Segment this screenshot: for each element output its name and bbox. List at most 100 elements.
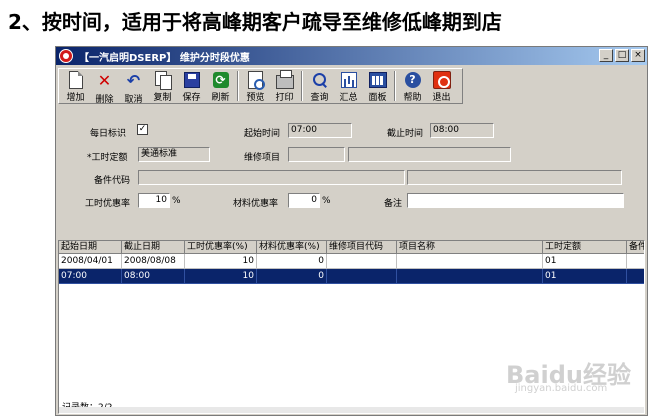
copy-button[interactable]: 复制: [148, 69, 177, 103]
column-header[interactable]: 起始日期: [59, 241, 122, 254]
parts-name-field[interactable]: [407, 170, 622, 185]
summary-button-label: 汇总: [339, 93, 358, 103]
start-time-label: 起始时间: [244, 129, 281, 139]
column-header[interactable]: 维修项目代码: [327, 241, 397, 254]
repair-item-code-field[interactable]: [288, 147, 345, 162]
table-cell: 2008/04/01: [59, 254, 122, 269]
print-icon: [275, 69, 294, 89]
table-cell: [327, 269, 397, 284]
exit-button-label: 退出: [432, 93, 451, 103]
material-discount-field[interactable]: 0: [288, 193, 320, 208]
toolbar: 增加 ✕ 删除 ↶ 取消 复制 保存 ⟳ 刷新 预览 打印 查询 汇总 面板 ?…: [58, 68, 463, 105]
labor-quota-field[interactable]: 美通标准: [138, 147, 210, 162]
edit-form: 每日标识 ✓ 起始时间 07:00 截止时间 08:00 *工时定额 美通标准 …: [58, 107, 645, 237]
remark-field[interactable]: [407, 193, 624, 208]
minimize-button[interactable]: _: [599, 49, 613, 62]
save-button[interactable]: 保存: [177, 69, 206, 103]
query-button-label: 查询: [310, 93, 329, 103]
table-cell: 08:00: [122, 269, 185, 284]
help-icon: ?: [404, 72, 421, 88]
column-header[interactable]: 截止日期: [122, 241, 185, 254]
copy-icon: [154, 71, 172, 90]
column-header[interactable]: 项目名称: [397, 241, 543, 254]
labor-discount-unit: %: [172, 196, 181, 206]
column-header[interactable]: 工时优惠率(%): [185, 241, 257, 254]
remark-label: 备注: [384, 199, 403, 209]
summary-button[interactable]: 汇总: [334, 69, 363, 103]
table-cell: [627, 269, 644, 284]
daily-flag-checkbox[interactable]: ✓: [137, 124, 148, 135]
title-bar[interactable]: 【一汽启明DSERP】 维护分时段优惠 _ □ ×: [56, 47, 647, 65]
repair-item-name-field[interactable]: [348, 147, 511, 162]
column-header[interactable]: 备件: [627, 241, 644, 254]
save-icon: [183, 72, 200, 88]
parts-code-field[interactable]: [138, 170, 405, 185]
preview-button-label: 预览: [246, 93, 265, 103]
end-time-field[interactable]: 08:00: [430, 123, 494, 138]
table-cell: [397, 254, 543, 269]
preview-icon: [248, 71, 265, 90]
exit-icon: [432, 71, 451, 89]
delete-button[interactable]: ✕ 删除: [90, 69, 119, 105]
column-header[interactable]: 工时定额: [543, 241, 627, 254]
print-button-label: 打印: [275, 93, 294, 103]
new-document-icon: [68, 71, 83, 89]
help-button[interactable]: ? 帮助: [398, 69, 427, 103]
parts-code-label: 备件代码: [94, 176, 131, 186]
panel-button[interactable]: 面板: [363, 69, 392, 103]
add-button-label: 增加: [66, 93, 85, 103]
exit-button[interactable]: 退出: [427, 69, 456, 103]
print-button[interactable]: 打印: [270, 69, 299, 103]
table-cell: [327, 254, 397, 269]
labor-discount-label: 工时优惠率: [85, 199, 131, 209]
table-row-selected[interactable]: 07:00 08:00 10 0 01: [59, 269, 644, 284]
toolbar-separator: [237, 71, 239, 101]
table-cell: [627, 254, 644, 269]
panel-button-label: 面板: [368, 93, 387, 103]
refresh-button-label: 刷新: [211, 93, 230, 103]
delete-button-label: 删除: [95, 95, 114, 105]
table-cell: 2008/08/08: [122, 254, 185, 269]
maximize-button[interactable]: □: [615, 49, 629, 62]
undo-icon: ↶: [126, 71, 141, 90]
material-discount-unit: %: [322, 196, 331, 206]
start-time-field[interactable]: 07:00: [288, 123, 352, 138]
material-discount-label: 材料优惠率: [233, 199, 279, 209]
preview-button[interactable]: 预览: [241, 69, 270, 103]
table-row[interactable]: 2008/04/01 2008/08/08 10 0 01: [59, 254, 644, 269]
refresh-button[interactable]: ⟳ 刷新: [206, 69, 235, 103]
refresh-icon: ⟳: [212, 72, 229, 88]
table-cell: 01: [543, 254, 627, 269]
toolbar-separator: [301, 71, 303, 101]
copy-button-label: 复制: [153, 93, 172, 103]
save-button-label: 保存: [182, 93, 201, 103]
add-button[interactable]: 增加: [61, 69, 90, 103]
search-icon: [312, 72, 328, 88]
panel-icon: [368, 72, 387, 88]
baidu-watermark-url: jingyan.baidu.com: [515, 383, 608, 394]
grid-header: 起始日期 截止日期 工时优惠率(%) 材料优惠率(%) 维修项目代码 项目名称 …: [59, 241, 644, 254]
page-heading: 2、按时间，适用于将高峰期客户疏导至维修低峰期到店: [8, 10, 502, 34]
end-time-label: 截止时间: [387, 129, 424, 139]
close-button[interactable]: ×: [631, 49, 645, 62]
query-button[interactable]: 查询: [305, 69, 334, 103]
labor-quota-label: *工时定额: [87, 153, 128, 163]
window-controls: _ □ ×: [599, 49, 645, 62]
cancel-button[interactable]: ↶ 取消: [119, 69, 148, 105]
horizontal-scrollbar[interactable]: [59, 407, 644, 413]
app-logo-icon: [59, 49, 73, 63]
window-title: 【一汽启明DSERP】 维护分时段优惠: [79, 52, 250, 64]
daily-flag-label: 每日标识: [90, 129, 127, 139]
table-cell: 0: [257, 254, 327, 269]
labor-discount-field[interactable]: 10: [138, 193, 170, 208]
delete-icon: ✕: [97, 71, 112, 90]
table-cell: 10: [185, 269, 257, 284]
table-cell: 0: [257, 269, 327, 284]
table-cell: [397, 269, 543, 284]
cancel-button-label: 取消: [124, 95, 143, 105]
table-cell: 01: [543, 269, 627, 284]
toolbar-separator: [394, 71, 396, 101]
column-header[interactable]: 材料优惠率(%): [257, 241, 327, 254]
help-button-label: 帮助: [403, 93, 422, 103]
table-cell: 10: [185, 254, 257, 269]
